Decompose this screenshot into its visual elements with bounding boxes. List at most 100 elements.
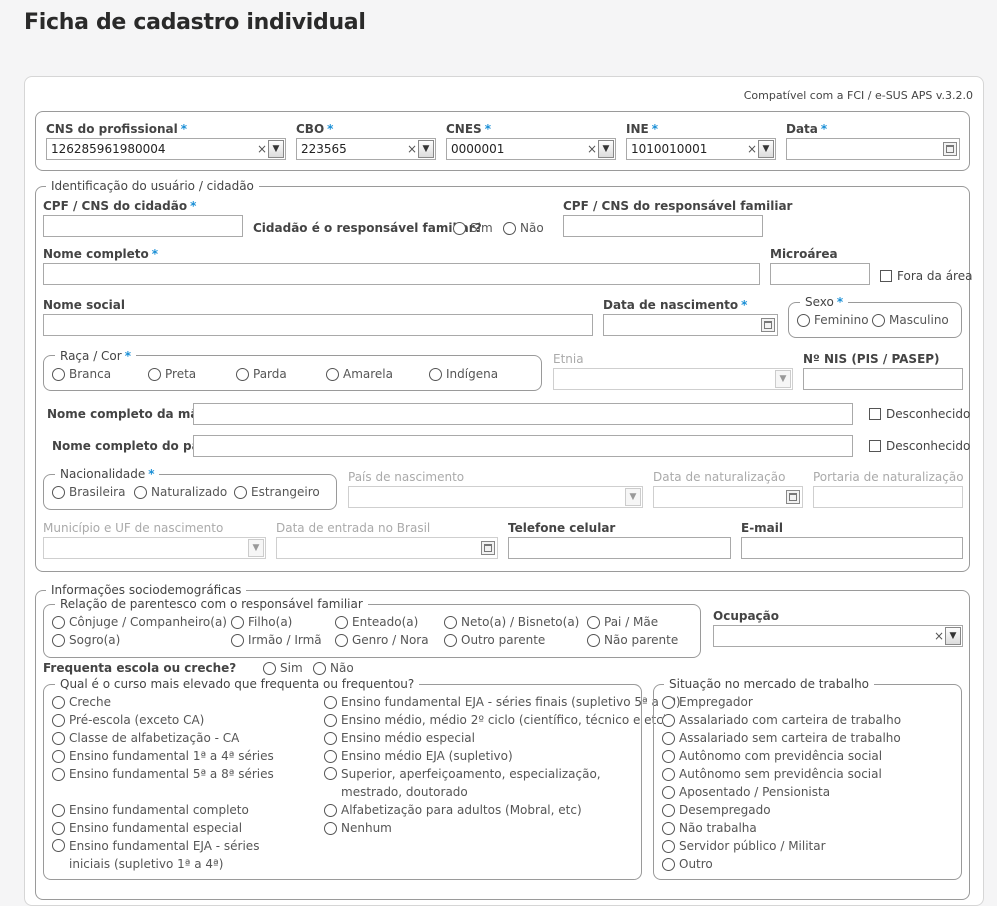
mae-desconhecido-checkbox[interactable]: Desconhecido (869, 407, 970, 421)
clear-icon[interactable]: × (587, 142, 597, 156)
parentesco-pai-radio[interactable]: Pai / Mãe (587, 615, 658, 629)
raca-branca-radio[interactable]: Branca (52, 367, 111, 381)
curso-option[interactable]: Classe de alfabetização - CA (52, 731, 239, 745)
trabalho-option[interactable]: Servidor público / Militar (662, 839, 826, 853)
parentesco-genro-radio[interactable]: Genro / Nora (335, 633, 429, 647)
nac-naturalizado-radio[interactable]: Naturalizado (134, 485, 227, 499)
trabalho-option[interactable]: Aposentado / Pensionista (662, 785, 830, 799)
data-nat-input[interactable] (653, 486, 803, 508)
resp-nao-radio[interactable]: Não (503, 221, 544, 235)
raca-amarela-radio[interactable]: Amarela (326, 367, 393, 381)
microarea-input[interactable] (770, 263, 870, 285)
calendar-icon[interactable] (481, 541, 495, 555)
parentesco-legend: Relação de parentesco com o responsável … (55, 597, 368, 611)
curso-option[interactable]: Ensino fundamental 5ª a 8ª séries (52, 767, 274, 781)
mae-input[interactable] (193, 403, 853, 425)
parentesco-outro-radio[interactable]: Outro parente (444, 633, 545, 647)
curso-option[interactable]: Ensino médio EJA (supletivo) (324, 749, 513, 763)
pai-input[interactable] (193, 435, 853, 457)
sexo-feminino-radio[interactable]: Feminino (797, 313, 869, 327)
trabalho-option[interactable]: Empregador (662, 695, 753, 709)
clear-icon[interactable]: × (407, 142, 417, 156)
municipio-combo[interactable]: ▼ (43, 537, 266, 559)
clear-icon[interactable]: × (934, 629, 944, 643)
data-entrada-input[interactable] (276, 537, 498, 559)
ine-combo[interactable]: 1010010001 × ▼ (626, 138, 776, 160)
portaria-input[interactable] (813, 486, 963, 508)
trabalho-option[interactable]: Autônomo sem previdência social (662, 767, 882, 781)
chevron-down-icon[interactable]: ▼ (598, 140, 614, 158)
pais-combo[interactable]: ▼ (348, 486, 643, 508)
curso-option[interactable]: Ensino fundamental EJA - séries iniciais… (52, 837, 272, 873)
escola-nao-radio[interactable]: Não (313, 661, 354, 675)
curso-option[interactable]: Pré-escola (exceto CA) (52, 713, 204, 727)
calendar-icon[interactable] (943, 142, 957, 156)
parentesco-nao-parente-radio[interactable]: Não parente (587, 633, 678, 647)
nac-estrangeiro-radio[interactable]: Estrangeiro (234, 485, 320, 499)
cpf-input[interactable] (43, 215, 243, 237)
trabalho-option[interactable]: Assalariado com carteira de trabalho (662, 713, 901, 727)
chevron-down-icon[interactable]: ▼ (758, 140, 774, 158)
parentesco-conjuge-radio[interactable]: Cônjuge / Companheiro(a) (52, 615, 227, 629)
trabalho-option[interactable]: Autônomo com previdência social (662, 749, 882, 763)
parentesco-irmao-radio[interactable]: Irmão / Irmã (231, 633, 322, 647)
curso-option[interactable]: Ensino fundamental 1ª a 4ª séries (52, 749, 274, 763)
parentesco-filho-radio[interactable]: Filho(a) (231, 615, 292, 629)
chevron-down-icon[interactable]: ▼ (945, 627, 961, 645)
raca-preta-radio[interactable]: Preta (148, 367, 196, 381)
sexo-masculino-radio[interactable]: Masculino (872, 313, 949, 327)
etnia-label: Etnia (553, 352, 584, 366)
raca-parda-radio[interactable]: Parda (236, 367, 287, 381)
curso-option[interactable]: Ensino médio especial (324, 731, 475, 745)
telefone-input[interactable] (508, 537, 731, 559)
nome-input[interactable] (43, 263, 760, 285)
trabalho-option[interactable]: Outro (662, 857, 713, 871)
data-input[interactable] (786, 138, 960, 160)
raca-legend: Raça / Cor * (55, 349, 136, 363)
raca-indigena-radio[interactable]: Indígena (429, 367, 498, 381)
curso-option[interactable]: Creche (52, 695, 111, 709)
ine-value: 1010010001 (631, 142, 708, 156)
data-nat-label: Data de naturalização (653, 470, 786, 484)
cns-combo[interactable]: 126285961980004 × ▼ (46, 138, 286, 160)
escola-sim-radio[interactable]: Sim (263, 661, 303, 675)
escola-question: Frequenta escola ou creche? (43, 661, 237, 675)
nome-social-input[interactable] (43, 314, 593, 336)
parentesco-sogro-radio[interactable]: Sogro(a) (52, 633, 120, 647)
cpf-label: CPF / CNS do cidadão * (43, 199, 197, 213)
email-input[interactable] (741, 537, 963, 559)
chevron-down-icon[interactable]: ▼ (268, 140, 284, 158)
curso-option[interactable]: Ensino médio, médio 2º ciclo (científico… (324, 713, 668, 727)
etnia-combo[interactable]: ▼ (553, 368, 793, 390)
chevron-down-icon[interactable]: ▼ (775, 370, 791, 388)
parentesco-neto-radio[interactable]: Neto(a) / Bisneto(a) (444, 615, 579, 629)
clear-icon[interactable]: × (747, 142, 757, 156)
trabalho-option[interactable]: Não trabalha (662, 821, 757, 835)
data-nasc-input[interactable] (603, 314, 778, 336)
trabalho-option[interactable]: Desempregado (662, 803, 771, 817)
chevron-down-icon[interactable]: ▼ (248, 539, 264, 557)
nis-input[interactable] (803, 368, 963, 390)
trabalho-option[interactable]: Assalariado sem carteira de trabalho (662, 731, 901, 745)
curso-option[interactable]: Superior, aperfeiçoamento, especializaçã… (324, 765, 624, 801)
nac-brasileira-radio[interactable]: Brasileira (52, 485, 125, 499)
curso-option[interactable]: Ensino fundamental completo (52, 803, 249, 817)
curso-option[interactable]: Ensino fundamental especial (52, 821, 242, 835)
parentesco-enteado-radio[interactable]: Enteado(a) (335, 615, 418, 629)
cbo-combo[interactable]: 223565 × ▼ (296, 138, 436, 160)
clear-icon[interactable]: × (257, 142, 267, 156)
data-nasc-label: Data de nascimento * (603, 298, 748, 312)
calendar-icon[interactable] (761, 318, 775, 332)
curso-option[interactable]: Ensino fundamental EJA - séries finais (… (324, 695, 681, 709)
cnes-combo[interactable]: 0000001 × ▼ (446, 138, 616, 160)
pai-desconhecido-checkbox[interactable]: Desconhecido (869, 439, 970, 453)
resp-sim-radio[interactable]: Sim (453, 221, 493, 235)
curso-option[interactable]: Nenhum (324, 821, 392, 835)
chevron-down-icon[interactable]: ▼ (418, 140, 434, 158)
ocupacao-combo[interactable]: × ▼ (713, 625, 963, 647)
calendar-icon[interactable] (786, 490, 800, 504)
cpf-resp-input[interactable] (563, 215, 763, 237)
curso-option[interactable]: Alfabetização para adultos (Mobral, etc) (324, 803, 582, 817)
chevron-down-icon[interactable]: ▼ (625, 488, 641, 506)
fora-area-checkbox[interactable]: Fora da área (880, 269, 972, 283)
